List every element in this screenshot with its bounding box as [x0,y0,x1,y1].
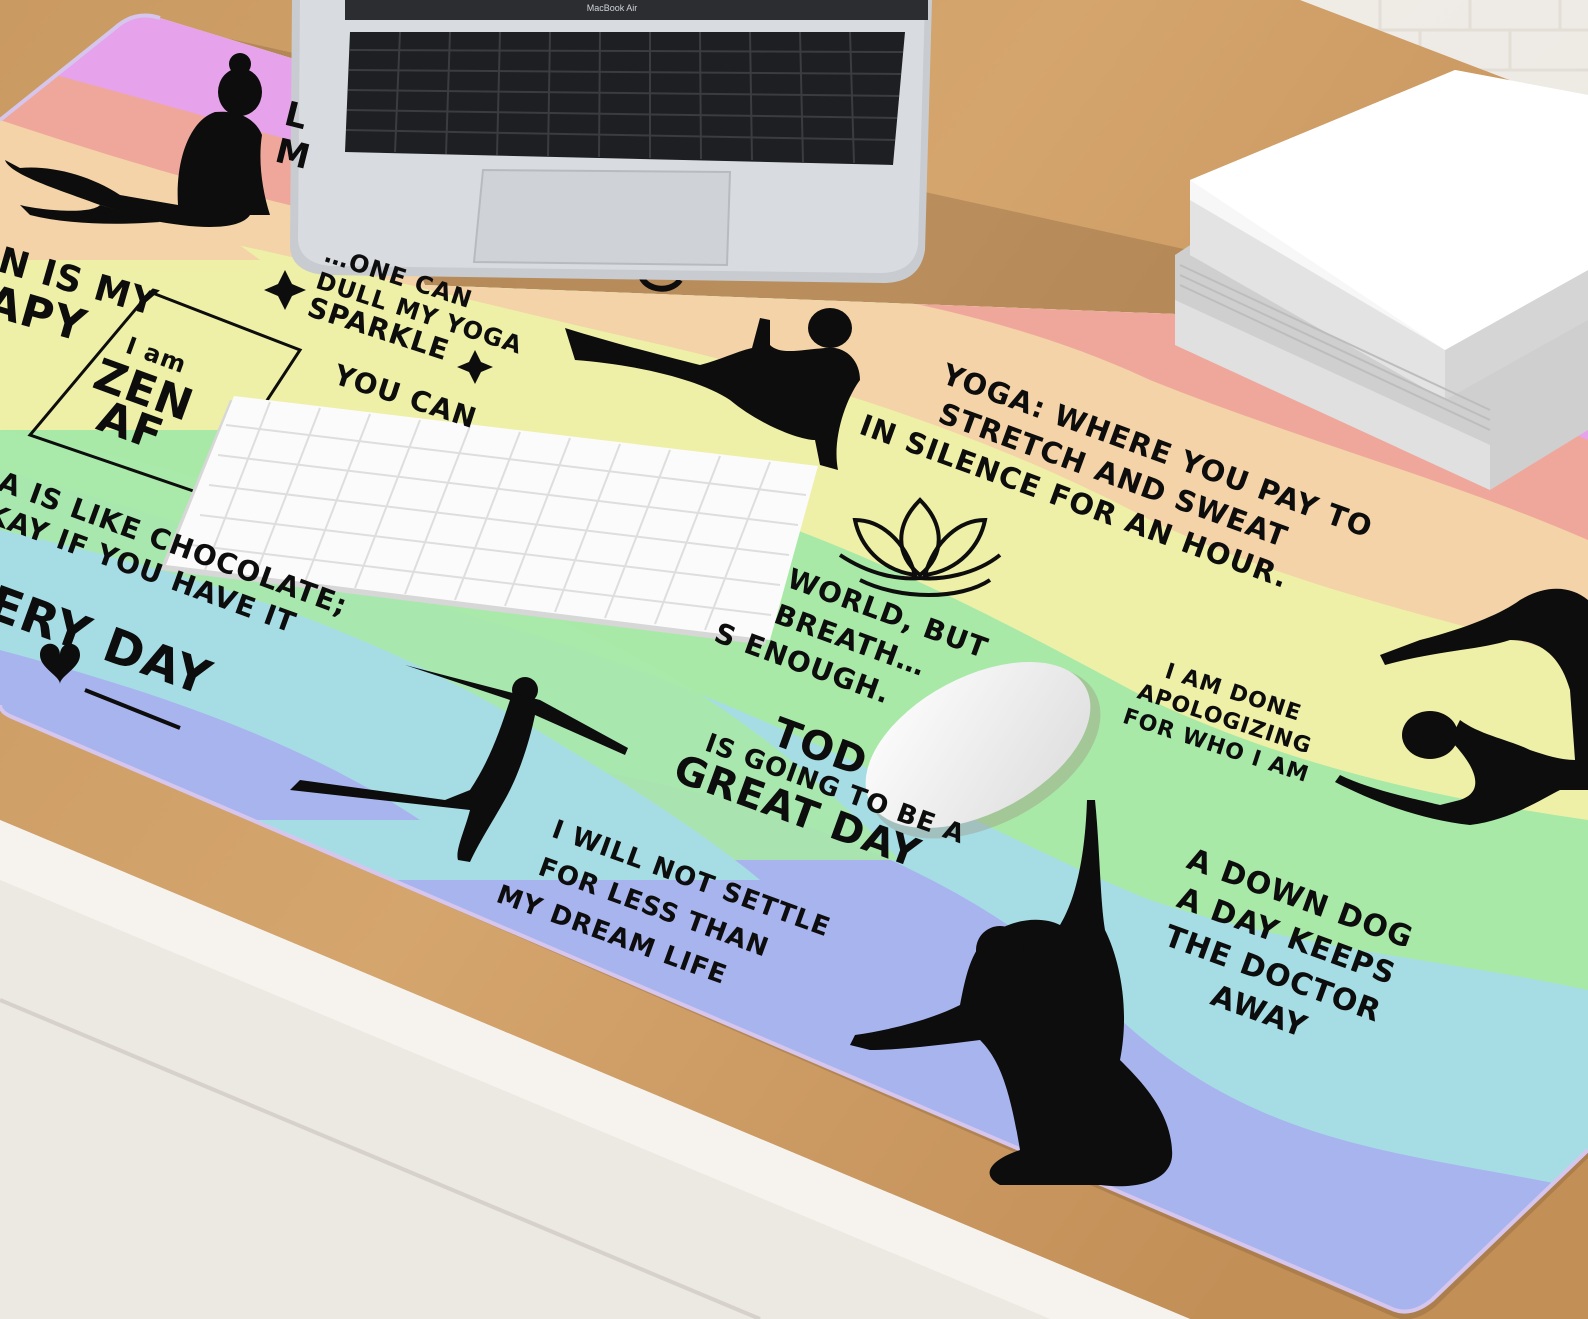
laptop-brand-label: MacBook Air [586,3,638,13]
laptop [290,0,932,283]
desk-scene: MacBook Air L M n is my apy …one can dul… [0,0,1588,1319]
